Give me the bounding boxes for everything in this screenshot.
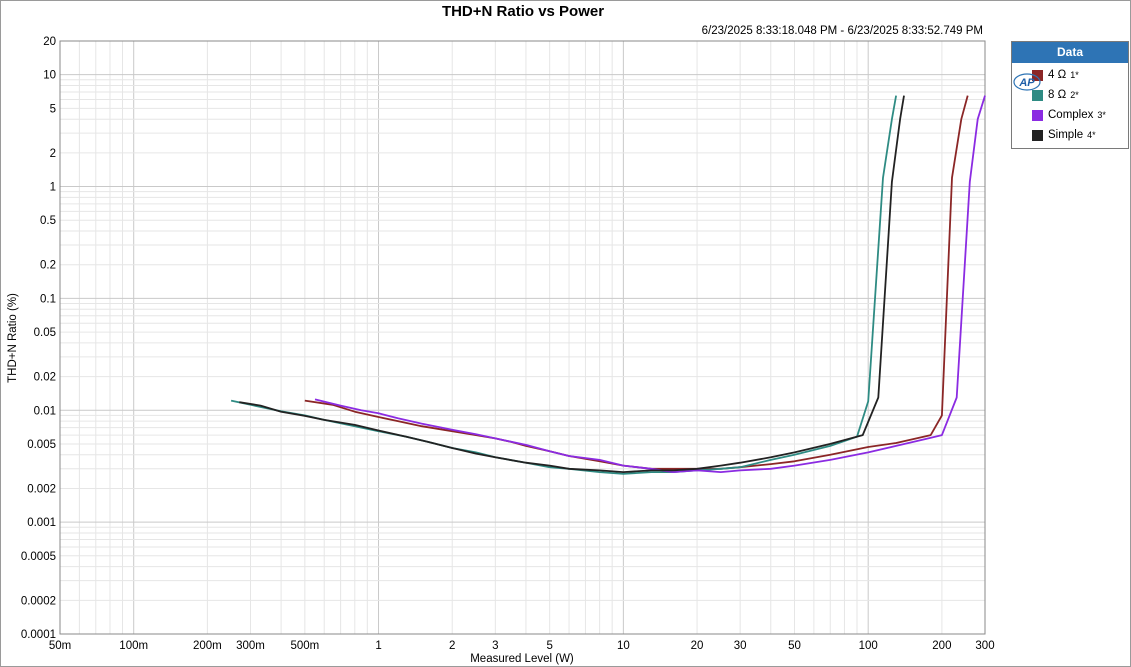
x-tick-label: 20 [691, 640, 704, 652]
legend-index: 4* [1087, 130, 1096, 140]
legend-item[interactable]: Complex 3* [1032, 107, 1106, 123]
y-tick-label: 5 [50, 103, 56, 115]
x-tick-label: 3 [492, 640, 498, 652]
legend: Data 4 Ω 1* 8 Ω 2* Complex 3* Simple 4* AP [1011, 41, 1129, 149]
legend-index: 2* [1070, 90, 1079, 100]
y-tick-label: 10 [43, 70, 56, 82]
y-tick-label: 0.5 [40, 215, 56, 227]
legend-swatch [1032, 109, 1043, 121]
grid [59, 40, 986, 635]
x-tick-label: 200 [932, 640, 951, 652]
legend-label: 4 Ω [1048, 69, 1067, 81]
plot-background [60, 41, 985, 634]
y-tick-label: 1 [50, 182, 56, 194]
legend-index: 3* [1097, 110, 1106, 120]
x-tick-label: 50m [49, 640, 71, 652]
y-tick-label: 0.001 [27, 517, 56, 529]
x-tick-label: 2 [449, 640, 455, 652]
chart-frame: THD+N Ratio vs Power 6/23/2025 8:33:18.0… [0, 0, 1131, 667]
y-tick-label: 0.1 [40, 293, 56, 305]
y-axis-label: THD+N Ratio (%) [7, 293, 19, 383]
y-tick-label: 0.005 [27, 439, 56, 451]
x-tick-label: 30 [734, 640, 747, 652]
x-tick-label: 300 [975, 640, 994, 652]
ap-logo: AP [1013, 73, 1041, 91]
x-tick-label: 10 [617, 640, 630, 652]
y-tick-label: 0.2 [40, 260, 56, 272]
y-tick-label: 0.0002 [21, 595, 56, 607]
legend-index: 1* [1070, 70, 1079, 80]
legend-swatch [1032, 129, 1043, 141]
y-tick-label: 2 [50, 148, 56, 160]
legend-item[interactable]: Simple 4* [1032, 127, 1096, 143]
legend-label: Simple [1048, 129, 1084, 141]
x-tick-label: 5 [546, 640, 552, 652]
y-tick-label: 20 [43, 36, 56, 48]
x-tick-label: 100m [119, 640, 148, 652]
legend-title: Data [1012, 42, 1128, 63]
y-tick-label: 0.0005 [21, 551, 56, 563]
x-tick-label: 200m [193, 640, 222, 652]
y-tick-label: 0.0001 [21, 629, 56, 641]
y-tick-label: 0.01 [34, 405, 56, 417]
x-tick-label: 300m [236, 640, 265, 652]
x-tick-label: 500m [290, 640, 319, 652]
legend-label: Complex [1048, 109, 1094, 121]
plot-area: 50m 100m 200m 300m 500m 1 2 3 5 10 20 30 50 100 200 300… [7, 36, 995, 665]
x-tick-label: 50 [788, 640, 801, 652]
x-tick-label: 1 [375, 640, 381, 652]
legend-label: 8 Ω [1048, 89, 1067, 101]
y-tick-label: 0.02 [34, 372, 56, 384]
ap-logo-text: AP [1018, 77, 1035, 89]
x-axis-label: Measured Level (W) [470, 653, 574, 665]
x-tick-label: 100 [859, 640, 878, 652]
y-tick-label: 0.002 [27, 483, 56, 495]
y-tick-label: 0.05 [34, 327, 56, 339]
